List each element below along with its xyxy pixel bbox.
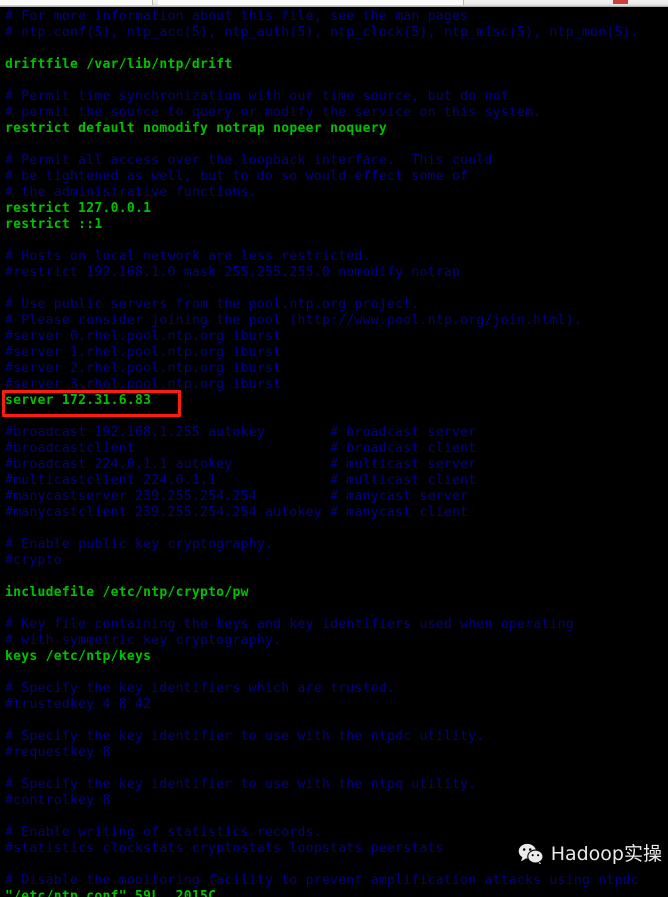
terminal-screen: # For more information about this file, … — [0, 0, 668, 897]
editor-line: #trustedkey 4 8 42 — [5, 697, 152, 712]
editor-line: restrict ::1 — [5, 217, 103, 232]
editor-line: # Use public servers from the pool.ntp.o… — [5, 297, 420, 312]
watermark-label: Hadoop实操 — [550, 842, 662, 865]
vim-editor-buffer[interactable]: # For more information about this file, … — [0, 7, 668, 897]
editor-line: restrict 127.0.0.1 — [5, 201, 152, 216]
editor-line: keys /etc/ntp/keys — [5, 649, 152, 664]
window-chrome-strip — [0, 0, 668, 7]
wechat-icon — [518, 843, 544, 865]
editor-line: # Enable public key cryptography. — [5, 537, 274, 552]
editor-line: # Permit time synchronization with our t… — [5, 89, 509, 104]
editor-line: driftfile /var/lib/ntp/drift — [5, 57, 233, 72]
editor-line: # Key file containing the keys and key i… — [5, 617, 574, 632]
editor-line: #server 2.rhel.pool.ntp.org iburst — [5, 361, 282, 376]
editor-line: #restrict 192.168.1.0 mask 255.255.255.0… — [5, 265, 461, 280]
editor-line: #broadcastclient # broadcast client — [5, 441, 477, 456]
editor-line: # Specify the key identifier to use with… — [5, 729, 485, 744]
editor-line: # Hosts on local network are less restri… — [5, 249, 371, 264]
editor-line: # Specify the key identifiers which are … — [5, 681, 396, 696]
editor-line: includefile /etc/ntp/crypto/pw — [5, 585, 249, 600]
editor-line: server 172.31.6.83 — [5, 393, 152, 408]
editor-line: # ntp.conf(5), ntp_acc(5), ntp_auth(5), … — [5, 25, 639, 40]
editor-line: # with symmetric key cryptography. — [5, 633, 282, 648]
editor-line: # the administrative functions. — [5, 185, 257, 200]
window-tab-second[interactable] — [158, 0, 464, 5]
editor-line: #broadcast 192.168.1.255 autokey # broad… — [5, 425, 477, 440]
editor-line: # Permit all access over the loopback in… — [5, 153, 493, 168]
editor-line: #server 3.rhel.pool.ntp.org iburst — [5, 377, 282, 392]
editor-line: #controlkey 8 — [5, 793, 111, 808]
watermark: Hadoop实操 — [518, 843, 662, 865]
editor-line: # permit the source to query or modify t… — [5, 105, 542, 120]
editor-line: # For more information about this file, … — [5, 9, 469, 24]
editor-line: #server 1.rhel.pool.ntp.org iburst — [5, 345, 282, 360]
editor-line: # Disable the monitoring facility to pre… — [5, 873, 639, 888]
editor-line: # be tightened as well, but to do so wou… — [5, 169, 469, 184]
editor-line: #crypto — [5, 553, 62, 568]
vim-status-line: "/etc/ntp.conf" 59L, 2015C — [5, 889, 217, 897]
editor-line: #broadcast 224.0.1.1 autokey # multicast… — [5, 457, 477, 472]
editor-line: #server 0.rhel.pool.ntp.org iburst — [5, 329, 282, 344]
editor-line: # Specify the key identifier to use with… — [5, 777, 477, 792]
editor-line: #manycastclient 239.255.254.254 autokey … — [5, 505, 469, 520]
editor-line: # Enable writing of statistics records. — [5, 825, 322, 840]
close-icon[interactable] — [613, 0, 628, 4]
editor-line: #manycastserver 239.255.254.254 # manyca… — [5, 489, 469, 504]
editor-line: # Please consider joining the pool (http… — [5, 313, 582, 328]
editor-line: #requestkey 8 — [5, 745, 111, 760]
window-tab-first[interactable] — [0, 0, 153, 5]
editor-line: restrict default nomodify notrap nopeer … — [5, 121, 387, 136]
editor-line: #multicastclient 224.0.1.1 # multicast c… — [5, 473, 477, 488]
